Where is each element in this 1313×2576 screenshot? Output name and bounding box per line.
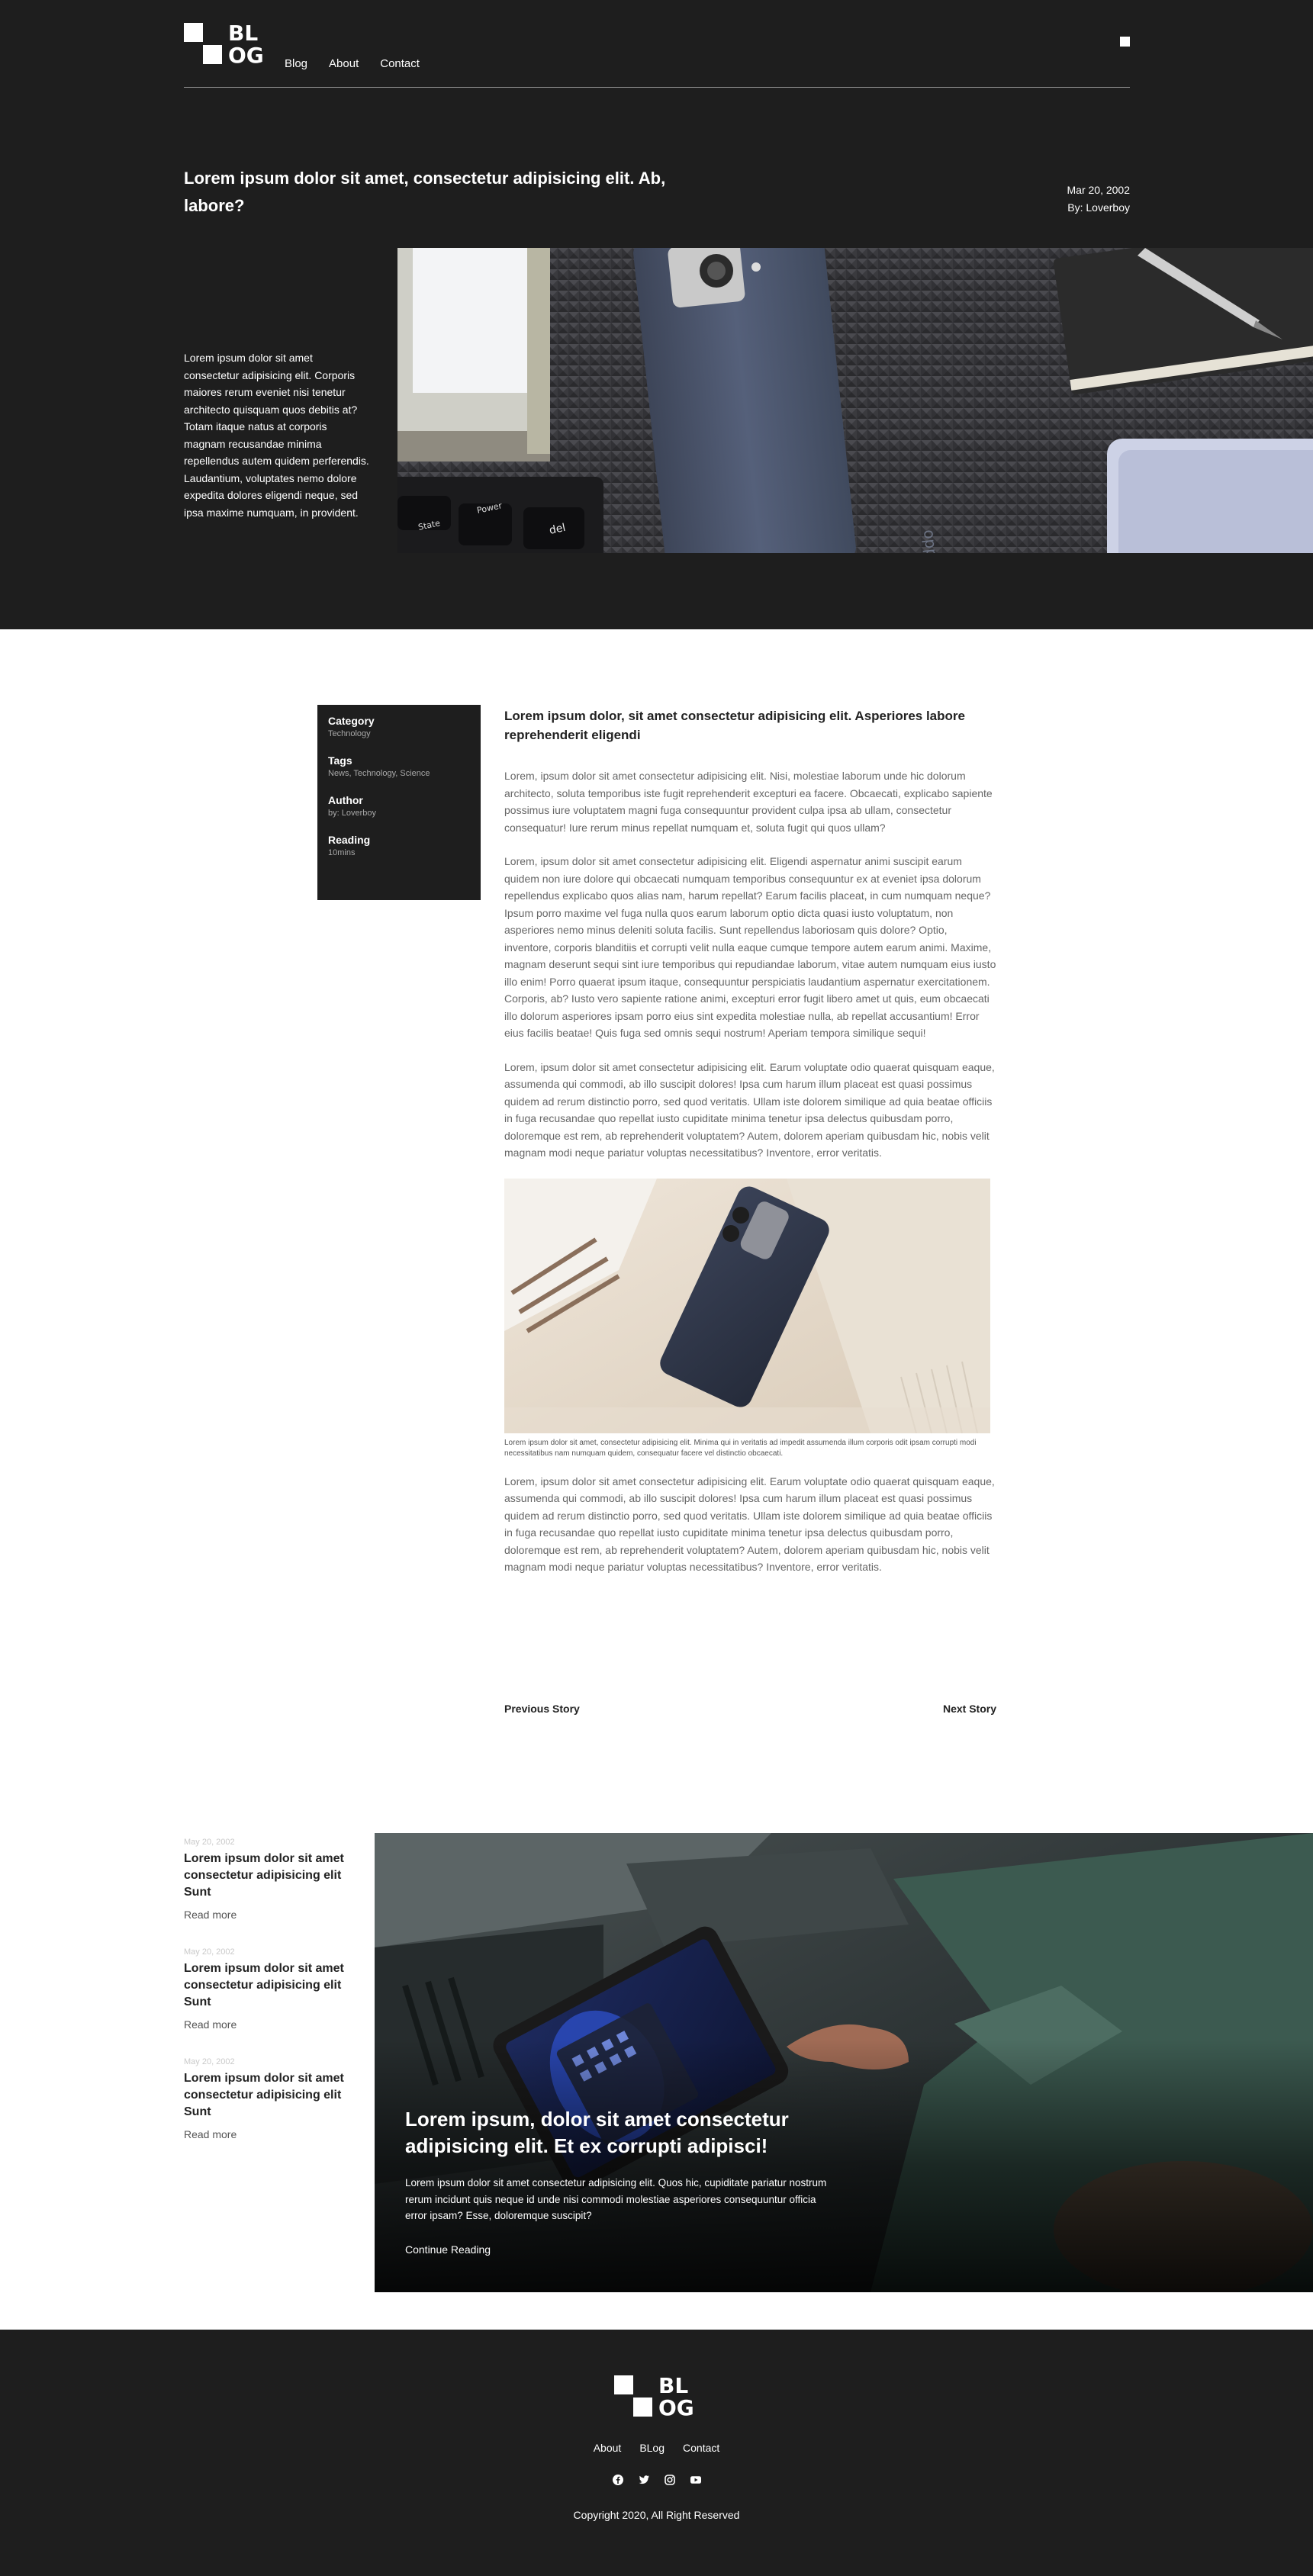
hero-excerpt: Lorem ipsum dolor sit amet consectetur a… — [184, 352, 369, 519]
footer-logo[interactable]: BL OG — [614, 2375, 700, 2420]
phone-on-blanket-photo — [504, 1178, 990, 1433]
meta-reading: Reading 10mins — [328, 833, 470, 859]
nav-link-contact[interactable]: Contact — [380, 57, 420, 70]
featured-story: Lorem ipsum, dolor sit amet consectetur … — [375, 1833, 1313, 2292]
related-post-date: May 20, 2002 — [184, 2057, 235, 2066]
meta-value: News, Technology, Science — [328, 769, 430, 778]
related-post-title: Lorem ipsum dolor sit amet consectetur a… — [184, 1852, 344, 1899]
main-nav: Blog About Contact — [285, 57, 420, 70]
hero-title: Lorem ipsum dolor sit amet, consectetur … — [184, 169, 666, 215]
nav-link-about[interactable]: About — [329, 57, 359, 70]
youtube-icon[interactable] — [690, 2474, 702, 2486]
twitter-icon[interactable] — [638, 2474, 650, 2486]
featured-text: Lorem ipsum dolor sit amet consectetur a… — [405, 2177, 827, 2221]
meta-value: 10mins — [328, 848, 356, 857]
menu-icon[interactable] — [1120, 37, 1130, 47]
logo-square — [633, 2398, 652, 2417]
meta-label: Tags — [328, 754, 352, 767]
logo-text-bottom: OG — [658, 2395, 694, 2420]
footer-link-contact[interactable]: Contact — [683, 2442, 719, 2454]
article-paragraph: Lorem, ipsum dolor sit amet consectetur … — [504, 1475, 995, 1574]
logo-square — [184, 23, 203, 42]
logo-text-top: BL — [228, 21, 259, 46]
facebook-icon[interactable] — [612, 2474, 624, 2486]
previous-story-link[interactable]: Previous Story — [504, 1703, 580, 1715]
hero-meta: Mar 20, 2002 By: Loverboy — [992, 182, 1131, 217]
next-story-link[interactable]: Next Story — [943, 1703, 996, 1715]
continue-reading-link[interactable]: Continue Reading — [405, 2243, 491, 2256]
image-caption: Lorem ipsum dolor sit amet, consectetur … — [504, 1438, 977, 1458]
hero-date: Mar 20, 2002 — [1067, 184, 1131, 196]
related-post-date: May 20, 2002 — [184, 1838, 235, 1847]
related-post: May 20, 2002 Lorem ipsum dolor sit amet … — [184, 2057, 352, 2166]
footer-link-about[interactable]: About — [594, 2442, 622, 2454]
related-post: May 20, 2002 Lorem ipsum dolor sit amet … — [184, 1837, 352, 1947]
instagram-icon[interactable] — [664, 2474, 676, 2486]
logo-text-top: BL — [658, 2373, 689, 2398]
footer-link-blog[interactable]: BLog — [639, 2442, 665, 2454]
article-paragraph: Lorem, ipsum dolor sit amet consectetur … — [504, 770, 993, 834]
article-meta-sidebar: Category Technology Tags News, Technolog… — [317, 705, 481, 900]
read-more-link[interactable]: Read more — [184, 2018, 237, 2031]
logo-text-bottom: OG — [228, 43, 264, 68]
meta-label: Author — [328, 794, 363, 806]
article-image — [504, 1178, 990, 1433]
related-post-title: Lorem ipsum dolor sit amet consectetur a… — [184, 1962, 344, 2008]
meta-category: Category Technology — [328, 714, 470, 740]
meta-label: Category — [328, 715, 375, 727]
meta-author: Author by: Loverboy — [328, 793, 470, 819]
meta-tags: Tags News, Technology, Science — [328, 754, 470, 780]
footer-nav: About BLog Contact — [0, 2442, 1313, 2454]
desk-flatlay-photo: State Power del oppo — [397, 248, 1313, 553]
meta-label: Reading — [328, 834, 371, 846]
logo-square — [203, 45, 222, 64]
article-paragraph: Lorem, ipsum dolor sit amet consectetur … — [504, 1060, 995, 1159]
article-paragraph: Lorem, ipsum dolor sit amet consectetur … — [504, 855, 996, 1039]
header-divider — [184, 87, 1130, 88]
nav-link-blog[interactable]: Blog — [285, 57, 307, 70]
featured-title: Lorem ipsum, dolor sit amet consectetur … — [405, 2108, 789, 2157]
meta-value: by: Loverboy — [328, 809, 376, 818]
social-links — [0, 2474, 1313, 2486]
meta-value: Technology — [328, 729, 371, 738]
svg-text:oppo: oppo — [920, 529, 942, 553]
site-footer: BL OG About BLog Contact Copyright 2020,… — [0, 2330, 1313, 2576]
related-posts-list: May 20, 2002 Lorem ipsum dolor sit amet … — [184, 1837, 352, 2166]
story-navigation: Previous Story Next Story — [504, 1703, 996, 1715]
related-post-date: May 20, 2002 — [184, 1947, 235, 1957]
read-more-link[interactable]: Read more — [184, 1909, 237, 1921]
related-post-title: Lorem ipsum dolor sit amet consectetur a… — [184, 2072, 344, 2118]
hero-image: State Power del oppo — [397, 248, 1313, 553]
article-body: Lorem ipsum dolor, sit amet consectetur … — [504, 706, 996, 1593]
related-post: May 20, 2002 Lorem ipsum dolor sit amet … — [184, 1947, 352, 2057]
logo-square — [614, 2375, 633, 2394]
read-more-link[interactable]: Read more — [184, 2128, 237, 2140]
article-title: Lorem ipsum dolor, sit amet consectetur … — [504, 709, 965, 742]
hero-author: By: Loverboy — [1067, 201, 1130, 214]
copyright-text: Copyright 2020, All Right Reserved — [573, 2509, 740, 2521]
header-logo[interactable]: BL OG — [184, 23, 268, 67]
hero-section: BL OG Blog About Contact Lorem ipsum dol… — [0, 0, 1313, 629]
